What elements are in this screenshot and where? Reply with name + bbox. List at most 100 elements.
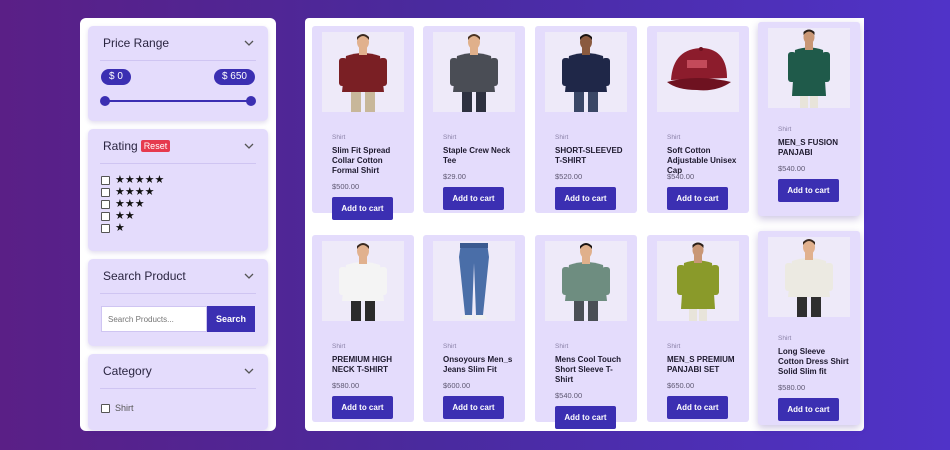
- chevron-down-icon[interactable]: [244, 271, 254, 281]
- product-card[interactable]: Shirt MEN_S FUSION PANJABI $540.00 Add to c…: [758, 22, 860, 216]
- price-max-badge: $ 650: [213, 69, 255, 85]
- category-label: Shirt: [115, 403, 134, 413]
- product-card[interactable]: Shirt SHORT-SLEEVED T-SHIRT $520.00 Add to …: [535, 26, 637, 213]
- product-name[interactable]: Mens Cool Touch Short Sleeve T-Shirt: [555, 355, 627, 385]
- add-to-cart-button[interactable]: Add to cart: [778, 179, 839, 202]
- product-image[interactable]: [657, 32, 739, 112]
- rating-checkbox[interactable]: [101, 175, 110, 185]
- product-image[interactable]: [657, 241, 739, 321]
- rating-option-2[interactable]: ★★: [101, 210, 268, 222]
- add-to-cart-button[interactable]: Add to cart: [555, 187, 616, 210]
- product-name[interactable]: PREMIUM HIGH NECK T-SHIRT: [332, 355, 404, 375]
- rating-panel: Rating Reset ★★★★★ ★★★★ ★★★ ★★ ★: [88, 129, 268, 251]
- chevron-down-icon[interactable]: [244, 366, 254, 376]
- stars-icon: ★: [115, 222, 125, 234]
- slider-min-handle[interactable]: [100, 96, 110, 106]
- product-name[interactable]: MEN_S FUSION PANJABI: [778, 138, 850, 158]
- product-image[interactable]: [433, 32, 515, 112]
- rating-checkbox[interactable]: [101, 199, 110, 209]
- price-range-panel: Price Range $ 0 $ 650: [88, 26, 268, 121]
- product-image[interactable]: [768, 28, 850, 108]
- product-price: $580.00: [778, 383, 806, 392]
- stars-icon: ★★★★★: [115, 174, 165, 186]
- search-input[interactable]: [101, 306, 207, 332]
- search-form: Search: [101, 306, 255, 332]
- product-category: Shirt: [332, 134, 346, 141]
- add-to-cart-button[interactable]: Add to cart: [443, 187, 504, 210]
- product-price: $500.00: [332, 182, 360, 191]
- product-card[interactable]: Shirt Mens Cool Touch Short Sleeve T-Shir…: [535, 235, 637, 429]
- product-price: $520.00: [555, 172, 583, 181]
- rating-checkbox[interactable]: [101, 187, 110, 197]
- category-panel: Category Shirt: [88, 354, 268, 430]
- product-price: $540.00: [555, 391, 583, 400]
- category-option-shirt[interactable]: Shirt: [88, 389, 268, 413]
- category-checkbox[interactable]: [101, 403, 110, 413]
- product-category: Shirt: [555, 134, 569, 141]
- product-card[interactable]: Shirt Soft Cotton Adjustable Unisex Cap $5…: [647, 26, 749, 213]
- price-range-title: Price Range: [103, 36, 170, 50]
- product-category: Shirt: [332, 343, 346, 350]
- product-category: Shirt: [443, 343, 457, 350]
- chevron-down-icon[interactable]: [244, 141, 254, 151]
- add-to-cart-button[interactable]: Add to cart: [555, 406, 616, 429]
- slider-max-handle[interactable]: [246, 96, 256, 106]
- product-card[interactable]: Shirt Long Sleeve Cotton Dress Shirt Soli…: [758, 231, 860, 425]
- rating-options: ★★★★★ ★★★★ ★★★ ★★ ★: [88, 164, 268, 234]
- search-product-title: Search Product: [103, 269, 186, 283]
- product-price: $650.00: [667, 381, 695, 390]
- rating-option-4[interactable]: ★★★★: [101, 186, 268, 198]
- product-image[interactable]: [768, 237, 850, 317]
- chevron-down-icon[interactable]: [244, 38, 254, 48]
- product-card[interactable]: Shirt PREMIUM HIGH NECK T-SHIRT $580.00 Add…: [312, 235, 414, 422]
- product-card[interactable]: Shirt Staple Crew Neck Tee $29.00 Add to ca…: [423, 26, 525, 213]
- product-image[interactable]: [322, 241, 404, 321]
- stars-icon: ★★: [115, 210, 135, 222]
- price-min-badge: $ 0: [101, 69, 131, 85]
- add-to-cart-button[interactable]: Add to cart: [332, 396, 393, 419]
- product-category: Shirt: [667, 343, 681, 350]
- category-header[interactable]: Category: [88, 354, 268, 388]
- product-price: $580.00: [332, 381, 360, 390]
- product-name[interactable]: Long Sleeve Cotton Dress Shirt Solid Sli…: [778, 347, 850, 377]
- product-card[interactable]: Shirt Onsoyours Men_s Jeans Slim Fit $600.…: [423, 235, 525, 422]
- add-to-cart-button[interactable]: Add to cart: [667, 187, 728, 210]
- price-range-header[interactable]: Price Range: [88, 26, 268, 60]
- product-card[interactable]: Shirt MEN_S PREMIUM PANJABI SET $650.00 Add…: [647, 235, 749, 422]
- rating-option-5[interactable]: ★★★★★: [101, 174, 268, 186]
- price-range-slider[interactable]: [100, 95, 256, 107]
- product-image[interactable]: [322, 32, 404, 112]
- product-image[interactable]: [545, 32, 627, 112]
- rating-checkbox[interactable]: [101, 223, 110, 233]
- rating-option-1[interactable]: ★: [101, 222, 268, 234]
- rating-header[interactable]: Rating Reset: [88, 129, 268, 163]
- product-name[interactable]: Staple Crew Neck Tee: [443, 146, 515, 166]
- product-category: Shirt: [778, 126, 792, 133]
- rating-checkbox[interactable]: [101, 211, 110, 221]
- slider-fill: [105, 100, 251, 102]
- category-title: Category: [103, 364, 152, 378]
- add-to-cart-button[interactable]: Add to cart: [443, 396, 504, 419]
- product-price: $29.00: [443, 172, 466, 181]
- product-price: $540.00: [778, 164, 806, 173]
- search-button[interactable]: Search: [207, 306, 255, 332]
- product-card[interactable]: Shirt Slim Fit Spread Collar Cotton Forma…: [312, 26, 414, 220]
- rating-option-3[interactable]: ★★★: [101, 198, 268, 210]
- add-to-cart-button[interactable]: Add to cart: [332, 197, 393, 220]
- product-price: $540.00: [667, 172, 695, 181]
- add-to-cart-button[interactable]: Add to cart: [667, 396, 728, 419]
- product-name[interactable]: MEN_S PREMIUM PANJABI SET: [667, 355, 739, 375]
- product-image[interactable]: [433, 241, 515, 321]
- product-image[interactable]: [545, 241, 627, 321]
- product-category: Shirt: [443, 134, 457, 141]
- product-name[interactable]: SHORT-SLEEVED T-SHIRT: [555, 146, 627, 166]
- divider: [100, 293, 256, 294]
- stars-icon: ★★★: [115, 198, 145, 210]
- product-name[interactable]: Slim Fit Spread Collar Cotton Formal Shi…: [332, 146, 404, 176]
- product-category: Shirt: [778, 335, 792, 342]
- reset-button[interactable]: Reset: [140, 140, 171, 152]
- filter-sidebar: Price Range $ 0 $ 650 Rating Reset ★★★★★…: [80, 18, 276, 431]
- product-name[interactable]: Onsoyours Men_s Jeans Slim Fit: [443, 355, 515, 375]
- add-to-cart-button[interactable]: Add to cart: [778, 398, 839, 421]
- search-product-header[interactable]: Search Product: [88, 259, 268, 293]
